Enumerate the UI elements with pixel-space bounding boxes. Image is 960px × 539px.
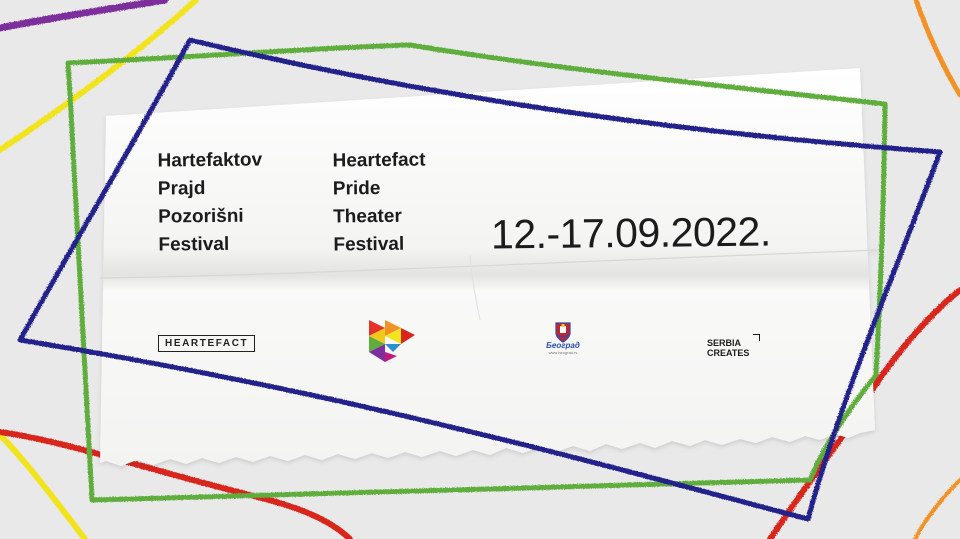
beograd-coat-of-arms-icon [555,322,571,343]
beograd-city-logo: Београд www.beograd.rs [543,321,583,355]
festival-title-serbian: Hartefaktov Prajd Pozorišni Festival [157,146,263,259]
title-sr-line-1: Hartefaktov [157,149,263,172]
serbia-creates-logo: SERBIA CREATES [707,334,760,358]
heartefact-logo: HEARTEFACT [158,335,256,352]
ticket-content: Hartefaktov Prajd Pozorišni Festival Hea… [0,0,960,539]
festival-title-english: Heartefact Pride Theater Festival [332,147,426,260]
title-en-line-3: Theater [333,205,402,228]
beograd-wordmark: Београд [546,341,580,350]
beograd-url: www.beograd.rs [548,350,578,355]
pride-triangles-logo [369,320,415,362]
title-en-line-2: Pride [332,177,381,200]
festival-dates: 12.-17.09.2022. [490,208,771,258]
title-sr-line-3: Pozorišni [158,205,244,228]
corner-bracket-icon [753,334,760,341]
title-sr-line-4: Festival [158,233,230,256]
serbia-creates-line-1: SERBIA [707,338,742,348]
title-en-line-4: Festival [333,233,405,256]
serbia-creates-line-2: CREATES [707,348,750,358]
title-sr-line-2: Prajd [157,178,206,200]
title-en-line-1: Heartefact [332,149,426,172]
